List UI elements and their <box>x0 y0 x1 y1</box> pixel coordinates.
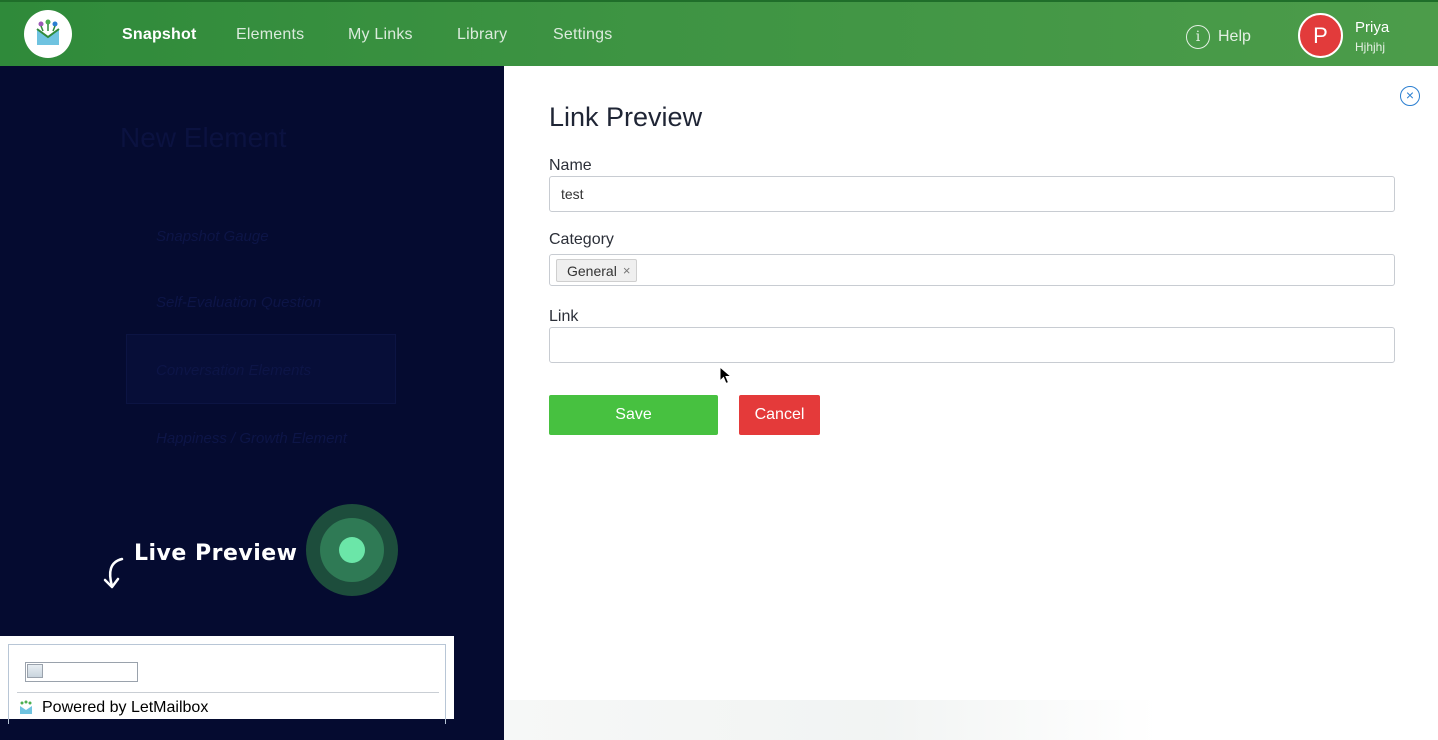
info-icon: i <box>1186 25 1210 49</box>
name-input[interactable] <box>549 176 1395 212</box>
broken-image-icon <box>25 662 138 682</box>
background-item: Happiness / Growth Element <box>156 430 347 447</box>
pulse-dot <box>339 537 365 563</box>
user-name[interactable]: Priya <box>1355 19 1389 36</box>
background-item: Self-Evaluation Question <box>156 294 322 311</box>
mouse-cursor-icon <box>719 366 733 385</box>
nav-elements[interactable]: Elements <box>236 26 304 44</box>
remove-tag-icon[interactable]: × <box>623 263 631 278</box>
widget-divider <box>17 692 439 693</box>
category-tag-input[interactable]: General × <box>549 254 1395 286</box>
category-tag-label: General <box>567 262 617 279</box>
bottom-shade <box>504 700 1438 740</box>
category-label: Category <box>549 231 614 248</box>
powered-by-text: Powered by LetMailbox <box>42 699 209 716</box>
help-label: Help <box>1218 28 1251 45</box>
link-input[interactable] <box>549 327 1395 363</box>
panel-title: Link Preview <box>549 102 703 132</box>
nav-snapshot[interactable]: Snapshot <box>122 26 197 44</box>
live-preview-label: Live Preview <box>134 541 298 566</box>
background-item: Conversation Elements <box>156 362 312 379</box>
live-preview-pulse-icon <box>306 504 398 596</box>
top-navbar: Snapshot Elements My Links Library Setti… <box>0 0 1438 66</box>
link-label: Link <box>549 308 579 325</box>
nav-library[interactable]: Library <box>457 26 507 44</box>
mailbox-logo-icon <box>36 19 60 45</box>
powered-by[interactable]: Powered by LetMailbox <box>18 699 208 717</box>
user-avatar[interactable]: P <box>1298 13 1343 58</box>
curved-arrow-icon <box>103 557 124 589</box>
letmailbox-logo-icon <box>20 700 32 714</box>
nav-my-links[interactable]: My Links <box>348 26 413 44</box>
name-label: Name <box>549 157 592 174</box>
pulse-ring <box>320 518 384 582</box>
preview-widget: Powered by LetMailbox <box>0 636 454 724</box>
close-icon[interactable]: × <box>1400 86 1420 106</box>
app-logo[interactable] <box>24 10 72 58</box>
background-title: New Element <box>120 122 287 153</box>
nav-settings[interactable]: Settings <box>553 26 612 44</box>
category-tag: General × <box>556 259 638 282</box>
help-link[interactable]: i Help <box>1186 24 1251 50</box>
save-button[interactable]: Save <box>549 395 718 435</box>
cancel-button[interactable]: Cancel <box>739 395 820 435</box>
background-item: Snapshot Gauge <box>156 228 269 245</box>
user-subtitle: Hjhjhj <box>1355 40 1386 54</box>
